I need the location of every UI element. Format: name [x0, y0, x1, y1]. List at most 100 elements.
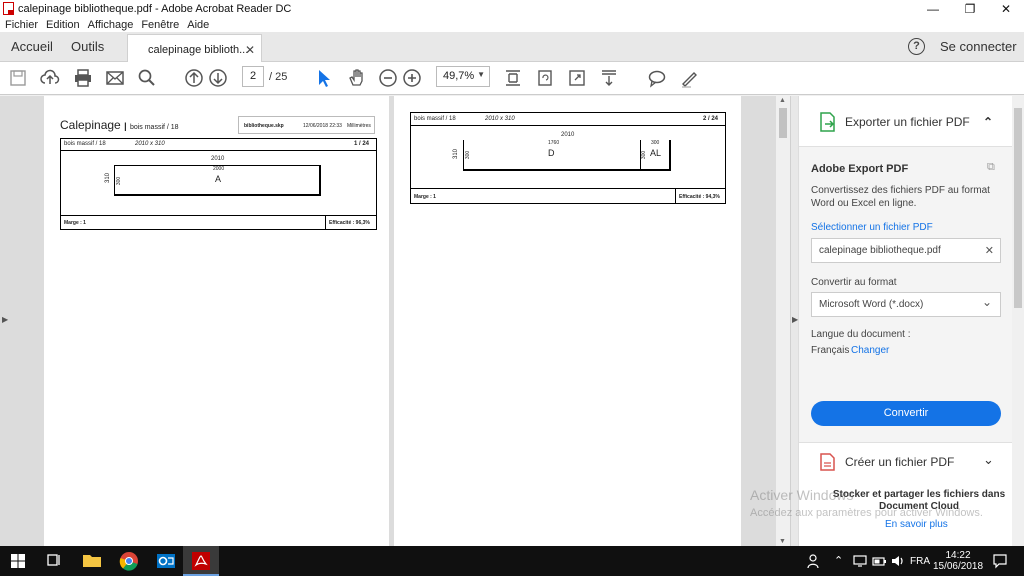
convert-button[interactable]: Convertir — [811, 401, 1001, 426]
page2-height: 310 — [453, 148, 460, 160]
page2-piece2-height: 300 — [641, 150, 648, 160]
fullscreen-icon[interactable] — [567, 68, 587, 88]
menu-bar: Fichier Edition Affichage Fenêtre Aide — [0, 17, 1024, 32]
title-bar: calepinage bibliotheque.pdf - Adobe Acro… — [0, 0, 1024, 17]
page1-date: 12/06/2018 22:33 — [303, 123, 342, 129]
page2-efficacite: Efficacité : 94,3% — [679, 194, 720, 200]
people-icon[interactable] — [806, 551, 826, 571]
print-icon[interactable] — [73, 68, 93, 88]
page-fit-icon[interactable] — [503, 68, 523, 88]
tab-document[interactable]: calepinage biblioth... ✕ — [127, 34, 262, 63]
hand-tool-icon[interactable] — [347, 68, 367, 88]
page1-sheet-page: 1 / 24 — [353, 141, 369, 147]
panel-divider[interactable]: ▶ — [790, 96, 798, 546]
previous-page-icon[interactable] — [184, 68, 204, 88]
cloud-upload-icon[interactable] — [40, 68, 60, 88]
expand-left-panel-icon[interactable]: ▶ — [2, 315, 8, 324]
select-cursor-icon[interactable] — [313, 68, 333, 88]
menu-aide[interactable]: Aide — [187, 19, 209, 31]
volume-icon[interactable] — [890, 551, 910, 571]
acrobat-taskbar-button[interactable] — [183, 546, 219, 576]
sign-in-link[interactable]: Se connecter — [940, 39, 1017, 54]
page2-piece1-height: 300 — [465, 150, 472, 160]
file-explorer-icon[interactable] — [82, 551, 102, 571]
help-icon[interactable]: ? — [908, 38, 925, 55]
close-button[interactable]: ✕ — [989, 0, 1023, 17]
outlook-icon[interactable] — [156, 551, 176, 571]
create-pdf-icon — [820, 453, 836, 474]
menu-affichage[interactable]: Affichage — [88, 19, 134, 31]
language-indicator[interactable]: FRA — [910, 556, 930, 567]
document-scrollbar[interactable]: ▲ ▼ — [776, 96, 790, 546]
menu-fenetre[interactable]: Fenêtre — [141, 19, 179, 31]
page2-sheet-label: bois massif / 18 — [414, 116, 456, 122]
select-pdf-label[interactable]: Sélectionner un fichier PDF — [811, 222, 933, 233]
scroll-down-icon[interactable]: ▼ — [779, 538, 786, 545]
task-view-icon[interactable] — [45, 551, 65, 571]
clock[interactable]: 14:22 15/06/2018 — [930, 550, 986, 572]
create-pdf-header[interactable]: Créer un fichier PDF ⌄ — [799, 442, 1012, 480]
copy-icon[interactable]: ⧉ — [987, 161, 995, 174]
format-select[interactable]: Microsoft Word (*.docx) ⌄ — [811, 292, 1001, 317]
change-language-link[interactable]: Changer — [851, 345, 889, 356]
menu-fichier[interactable]: Fichier — [5, 19, 38, 31]
highlight-pen-icon[interactable] — [679, 68, 699, 88]
tab-document-label: calepinage biblioth... — [148, 44, 249, 56]
scroll-up-icon[interactable]: ▲ — [779, 97, 786, 104]
panel-scrollbar[interactable] — [1012, 96, 1024, 546]
page-number-input[interactable]: 2 — [242, 66, 264, 87]
page2-piece-al: 300 300 AL — [640, 140, 671, 171]
battery-icon[interactable] — [871, 551, 891, 571]
tab-bar: Accueil Outils calepinage biblioth... ✕ — [0, 32, 1024, 63]
minimize-button[interactable]: — — [916, 0, 950, 17]
create-pdf-title: Créer un fichier PDF — [845, 455, 955, 469]
export-pdf-body: Adobe Export PDF ⧉ Convertissez des fich… — [799, 146, 1012, 442]
export-pdf-header[interactable]: Exporter un fichier PDF ⌃ — [799, 96, 1012, 146]
selected-file-field[interactable]: calepinage bibliotheque.pdf ✕ — [811, 238, 1001, 263]
search-icon[interactable] — [137, 68, 157, 88]
network-icon[interactable] — [852, 551, 872, 571]
learn-more-link[interactable]: En savoir plus — [885, 519, 948, 530]
scroll-mode-icon[interactable] — [599, 68, 619, 88]
page1-sheet-label: bois massif / 18 — [64, 141, 106, 147]
tab-outils[interactable]: Outils — [71, 39, 104, 54]
zoom-select[interactable]: 49,7% ▼ — [436, 66, 490, 87]
page2-marge: Marge : 1 — [414, 194, 436, 200]
selected-file-value: calepinage bibliotheque.pdf — [819, 245, 941, 256]
email-icon[interactable] — [105, 68, 125, 88]
next-page-icon[interactable] — [208, 68, 228, 88]
save-icon[interactable] — [8, 68, 28, 88]
clear-file-icon[interactable]: ✕ — [985, 244, 994, 257]
toolbar — [0, 62, 1024, 95]
page1-file: bibliotheque.skp — [244, 123, 284, 129]
chevron-down-icon[interactable]: ⌄ — [983, 452, 994, 468]
menu-edition[interactable]: Edition — [46, 19, 80, 31]
chevron-down-icon: ⌄ — [981, 295, 992, 309]
maximize-button[interactable]: ❐ — [953, 0, 987, 17]
windows-start-icon[interactable] — [10, 551, 30, 571]
zoom-value: 49,7% — [443, 70, 475, 82]
page2-piece-d: 1760 300 D — [463, 140, 640, 171]
pdf-page-2: bois massif / 18 2010 x 310 2 / 24 2010 … — [394, 96, 741, 546]
chevron-up-icon[interactable]: ⌃ — [983, 115, 993, 129]
pdf-page-1: Calepinage | bois massif / 18 bibliotheq… — [44, 96, 389, 546]
close-tab-icon[interactable]: ✕ — [245, 43, 255, 57]
page1-sheet-footer: Marge : 1 Efficacité : 96,3% — [61, 215, 376, 229]
panel-scrollbar-thumb[interactable] — [1014, 108, 1022, 308]
zoom-out-icon[interactable] — [378, 68, 398, 88]
page2-width: 2010 — [561, 132, 575, 138]
page2-piece2-width: 300 — [651, 140, 660, 146]
chrome-icon[interactable] — [119, 551, 139, 571]
window-title: calepinage bibliotheque.pdf - Adobe Acro… — [18, 2, 292, 15]
tab-accueil[interactable]: Accueil — [11, 39, 53, 54]
tray-expand-icon[interactable]: ⌃ — [834, 554, 854, 574]
page1-piece-a: 2000 300 A — [114, 165, 321, 196]
document-viewer[interactable]: ▶ Calepinage | bois massif / 18 biblioth… — [0, 96, 790, 546]
page1-info-box: bibliotheque.skp 12/06/2018 22:33 Millim… — [238, 116, 375, 134]
rotate-icon[interactable] — [535, 68, 555, 88]
page1-heading-sub: bois massif / 18 — [129, 124, 179, 131]
scrollbar-thumb[interactable] — [779, 108, 787, 138]
notifications-icon[interactable] — [992, 551, 1012, 571]
zoom-in-icon[interactable] — [402, 68, 422, 88]
comment-icon[interactable] — [647, 68, 667, 88]
